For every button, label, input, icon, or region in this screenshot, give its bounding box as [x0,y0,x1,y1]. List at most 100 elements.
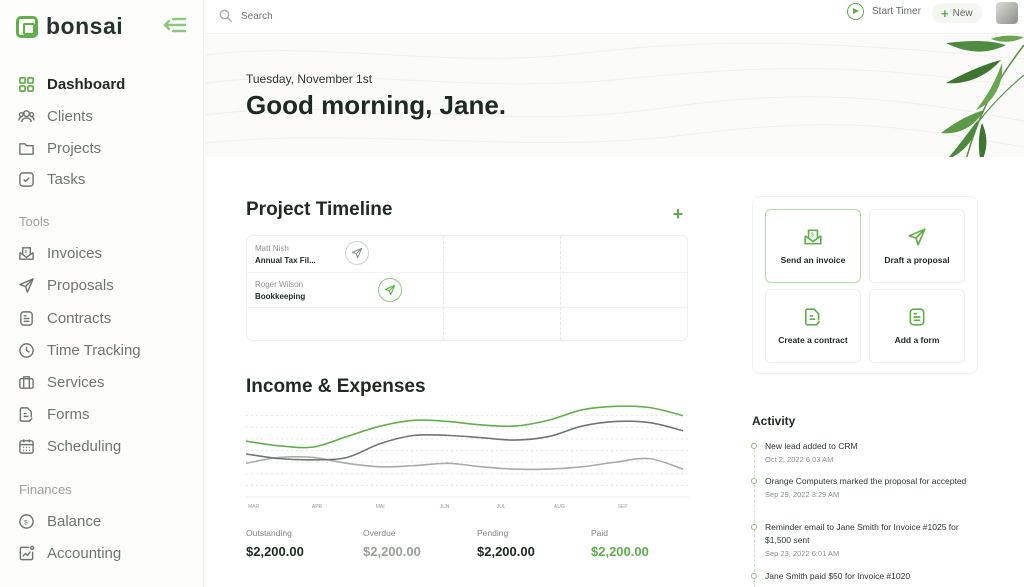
sidebar-item-forms[interactable]: Forms [18,403,90,425]
sidebar-item-clients[interactable]: Clients [18,105,93,127]
timeline-divider [247,272,687,273]
draft-proposal-button[interactable]: Draft a proposal [869,209,965,283]
income-expenses-title: Income & Expenses [246,376,426,397]
x-tick-label: SEP [618,504,629,510]
activity-time: Oct 2, 2022 6:03 AM [765,455,834,464]
sidebar-item-tasks[interactable]: Tasks [18,168,85,190]
search-bar[interactable] [219,4,519,28]
form-icon [909,308,925,326]
stat-label: Paid [591,528,609,538]
x-tick-label: JUL [497,504,506,510]
stat-value: $2,200.00 [477,544,535,559]
timeline-divider [247,307,687,308]
activity-dot-icon [751,478,757,484]
stat-value: $2,200.00 [246,544,304,559]
sidebar-item-label: Contracts [47,309,112,327]
document-icon [20,310,33,326]
activity-time: Sep 29, 2022 3:29 AM [765,490,840,499]
new-button-label: New [952,7,973,19]
quick-action-label: Create a contract [778,335,848,345]
add-project-button[interactable]: + [668,205,688,225]
series-line-light-gray [246,455,684,471]
plus-icon: + [672,204,684,224]
bonsai-logo-icon [16,15,38,38]
add-form-button[interactable]: Add a form [869,289,965,363]
sidebar-item-label: Tasks [47,170,86,188]
send-icon [384,284,396,296]
timeline-send-button[interactable] [345,241,369,265]
play-icon [847,3,864,20]
income-expenses-chart: MAR APR MAI JUN JUL AUG SEP [246,405,689,510]
start-timer-button[interactable]: Start Timer [847,3,921,20]
timeline-row[interactable]: Matt Nish Annual Tax Fil... [255,244,316,265]
sidebar: bonsai Dashboard Clients Projects Tasks … [0,0,204,587]
sidebar-item-proposals[interactable]: Proposals [18,274,114,296]
sidebar-item-contracts[interactable]: Contracts [18,307,111,329]
sidebar-item-dashboard[interactable]: Dashboard [18,73,125,95]
activity-item[interactable]: Reminder email to Jane Smith for Invoice… [750,521,980,558]
sidebar-item-label: Clients [47,107,93,125]
sidebar-item-label: Forms [47,405,90,423]
timeline-row[interactable]: Roger Wilson Bookkeeping [255,280,305,301]
new-button[interactable]: + New [932,3,982,23]
activity-item[interactable]: Jane Smith paid $50 for Invoice #1020 [750,570,980,583]
timeline-send-button[interactable] [378,278,402,302]
chart-icon [19,545,35,560]
user-avatar[interactable] [996,2,1018,24]
activity-item[interactable]: Orange Computers marked the proposal for… [750,475,980,499]
search-input[interactable] [241,10,441,22]
create-contract-button[interactable]: Create a contract [765,289,861,363]
stat-label: Pending [477,528,509,538]
search-icon [219,9,233,23]
sidebar-item-invoices[interactable]: $ Invoices [18,242,102,264]
sidebar-item-label: Accounting [47,544,122,562]
sidebar-item-services[interactable]: Services [18,371,105,393]
invoice-icon: $ [804,229,822,245]
x-tick-label: AUG [554,504,565,510]
sidebar-item-accounting[interactable]: Accounting [18,542,121,564]
sidebar-item-balance[interactable]: $ Balance [18,510,101,532]
stat-pending: Pending $2,200.00 [477,528,535,559]
stat-paid: Paid $2,200.00 [591,528,649,559]
greeting-banner: Tuesday, November 1st Good morning, Jane… [205,35,1024,157]
timeline-gridline [560,236,561,340]
clock-icon [19,342,34,358]
collapse-menu-icon [163,17,187,33]
quick-action-label: Send an invoice [780,255,846,265]
sidebar-item-scheduling[interactable]: Scheduling [18,435,121,457]
timeline-project: Bookkeeping [255,292,306,301]
send-invoice-button[interactable]: $ Send an invoice [765,209,861,283]
brand-name: bonsai [46,13,124,39]
stat-value: $2,200.00 [363,544,421,559]
stat-label: Outstanding [246,528,292,538]
timeline-client: Roger Wilson [255,280,304,289]
leaves-illustration [941,35,1024,157]
start-timer-label: Start Timer [872,6,921,17]
finances-section-label: Finances [19,482,72,497]
checkbox-icon [19,171,34,187]
collapse-sidebar-button[interactable] [162,14,188,36]
sidebar-item-label: Scheduling [47,437,122,455]
svg-text:$: $ [25,249,28,255]
tools-section-label: Tools [19,214,50,229]
svg-text:$: $ [811,232,814,238]
top-bar: Start Timer + New [205,0,1024,34]
stat-overdue: Overdue $2,200.00 [363,528,421,559]
sidebar-item-projects[interactable]: Projects [18,137,101,159]
current-date: Tuesday, November 1st [246,72,373,86]
sidebar-item-label: Services [47,373,105,391]
activity-item[interactable]: New lead added to CRM Oct 2, 2022 6:03 A… [750,440,980,464]
sidebar-item-label: Time Tracking [47,341,141,359]
activity-text: Orange Computers marked the proposal for… [765,476,967,486]
stat-label: Overdue [363,528,396,538]
sidebar-item-time-tracking[interactable]: Time Tracking [18,339,141,361]
timeline-client: Matt Nish [255,244,289,253]
timeline-gridline [443,236,444,340]
send-icon [351,247,363,259]
logo[interactable]: bonsai [16,13,123,40]
x-tick-label: APR [312,504,323,510]
activity-timeline-line [754,445,755,587]
plus-icon: + [941,5,949,21]
stat-outstanding: Outstanding $2,200.00 [246,528,304,559]
project-timeline: Matt Nish Annual Tax Fil... Roger Wilson… [246,235,688,341]
